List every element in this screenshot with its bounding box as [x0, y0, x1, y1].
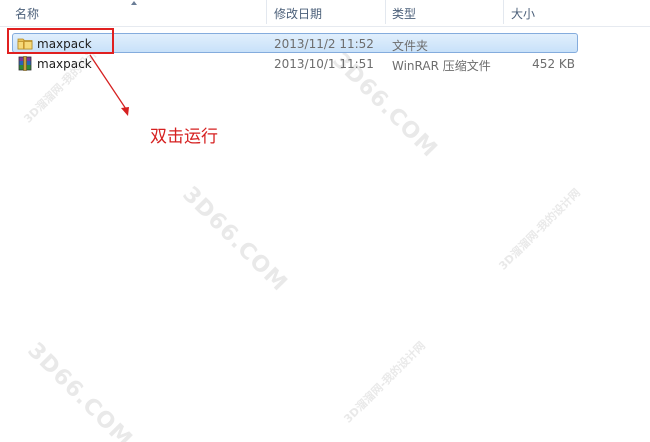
watermark-site: 3D66.COM — [177, 182, 293, 297]
watermark-cn: 3D溜溜网-我的设计网 — [496, 186, 583, 273]
watermark-site: 3D66.COM — [22, 338, 138, 442]
column-modified-header[interactable]: 修改日期 — [274, 5, 322, 22]
sort-up-icon — [131, 1, 137, 5]
explorer-file-list: 3D66.COM 3D66.COM 3D66.COM 3D溜溜网-我的设计网 3… — [0, 0, 650, 442]
file-type: 文件夹 — [392, 39, 429, 53]
file-row-archive[interactable]: maxpack 2013/10/1 11:51 WinRAR 压缩文件 452 … — [12, 54, 578, 74]
highlight-box — [7, 28, 114, 54]
column-divider[interactable] — [503, 0, 504, 24]
column-divider[interactable] — [385, 0, 386, 24]
column-size-header[interactable]: 大小 — [511, 5, 535, 22]
file-modified: 2013/11/2 11:52 — [274, 37, 374, 51]
file-type: WinRAR 压缩文件 — [392, 59, 491, 73]
annotation-label: 双击运行 — [150, 127, 218, 147]
file-modified: 2013/10/1 11:51 — [274, 57, 374, 71]
file-name: maxpack — [37, 57, 92, 71]
watermark-cn: 3D溜溜网-我的设计网 — [341, 339, 428, 426]
winrar-archive-icon — [18, 56, 32, 71]
column-header: 名称 修改日期 类型 大小 — [0, 0, 650, 27]
column-type-header[interactable]: 类型 — [392, 5, 416, 22]
column-divider[interactable] — [266, 0, 267, 24]
file-size: 452 KB — [532, 57, 575, 71]
column-name-header[interactable]: 名称 — [15, 5, 39, 22]
